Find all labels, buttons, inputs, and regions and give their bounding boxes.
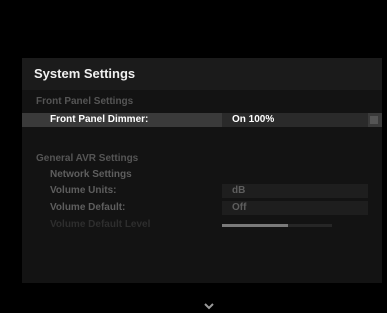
volume-default-level-slider[interactable]	[222, 224, 332, 227]
volume-default-row[interactable]: Volume Default: Off	[22, 201, 382, 215]
menu-title: System Settings	[34, 66, 136, 81]
volume-units-row[interactable]: Volume Units: dB	[22, 184, 382, 198]
volume-units-value-box[interactable]: dB	[222, 184, 368, 198]
network-settings-label: Network Settings	[50, 169, 132, 180]
front-panel-dimmer-label: Front Panel Dimmer:	[50, 114, 149, 125]
volume-default-value-box[interactable]: Off	[222, 201, 368, 215]
volume-default-label: Volume Default:	[50, 202, 126, 213]
selection-marker	[370, 116, 378, 124]
network-settings-row[interactable]: Network Settings	[22, 168, 382, 182]
section-general-avr-settings: General AVR Settings	[36, 153, 139, 164]
section-front-panel-settings: Front Panel Settings	[36, 96, 134, 107]
menu-title-bar: System Settings	[22, 58, 382, 90]
volume-default-value: Off	[232, 202, 247, 213]
volume-default-level-label: Volume Default Level	[50, 219, 151, 230]
front-panel-dimmer-row[interactable]: Front Panel Dimmer: On 100%	[22, 113, 382, 127]
front-panel-dimmer-value-box[interactable]: On 100%	[222, 113, 368, 127]
volume-default-level-fill	[222, 224, 288, 227]
volume-default-level-row[interactable]: Volume Default Level	[22, 218, 382, 232]
front-panel-dimmer-value: On 100%	[232, 114, 275, 125]
volume-units-label: Volume Units:	[50, 185, 117, 196]
system-settings-menu: System Settings Front Panel Settings Fro…	[22, 58, 382, 310]
chevron-down-icon[interactable]	[199, 301, 219, 313]
volume-units-value: dB	[232, 185, 246, 196]
